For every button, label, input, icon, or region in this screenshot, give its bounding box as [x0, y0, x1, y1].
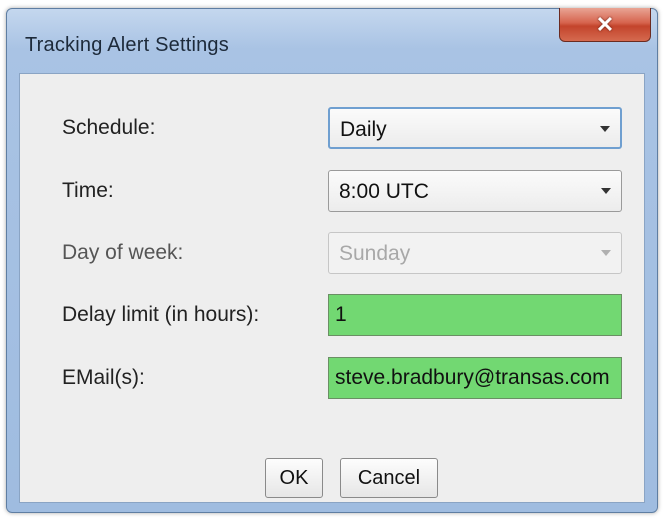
close-button[interactable]: ✕	[559, 8, 651, 42]
title-bar[interactable]: Tracking Alert Settings ✕	[7, 8, 657, 73]
window-title: Tracking Alert Settings	[25, 34, 229, 56]
emails-row: EMail(s):	[20, 357, 644, 401]
close-icon: ✕	[595, 11, 615, 37]
chevron-down-icon	[601, 188, 611, 194]
time-value: 8:00 UTC	[339, 180, 429, 203]
delay-limit-row: Delay limit (in hours):	[20, 294, 644, 338]
emails-input[interactable]	[328, 357, 622, 399]
dialog-content: Schedule: Daily Time: 8:00 UTC Day of we…	[19, 73, 645, 503]
time-row: Time: 8:00 UTC	[20, 170, 644, 214]
day-of-week-label: Day of week:	[62, 241, 184, 264]
delay-limit-input[interactable]	[328, 294, 622, 336]
emails-label: EMail(s):	[62, 366, 145, 389]
chevron-down-icon	[600, 126, 610, 132]
schedule-row: Schedule: Daily	[20, 107, 644, 151]
day-of-week-dropdown: Sunday	[328, 232, 622, 274]
chevron-down-icon	[601, 250, 611, 256]
schedule-value: Daily	[340, 118, 387, 141]
cancel-button[interactable]: Cancel	[340, 458, 438, 498]
time-dropdown[interactable]: 8:00 UTC	[328, 170, 622, 212]
tracking-alert-settings-dialog: Tracking Alert Settings ✕ Schedule: Dail…	[6, 8, 658, 513]
day-of-week-value: Sunday	[339, 242, 411, 265]
time-label: Time:	[62, 179, 114, 202]
schedule-label: Schedule:	[62, 116, 156, 139]
schedule-dropdown[interactable]: Daily	[328, 107, 622, 149]
delay-limit-label: Delay limit (in hours):	[62, 303, 260, 326]
ok-button[interactable]: OK	[265, 458, 323, 498]
day-of-week-row: Day of week: Sunday	[20, 232, 644, 276]
